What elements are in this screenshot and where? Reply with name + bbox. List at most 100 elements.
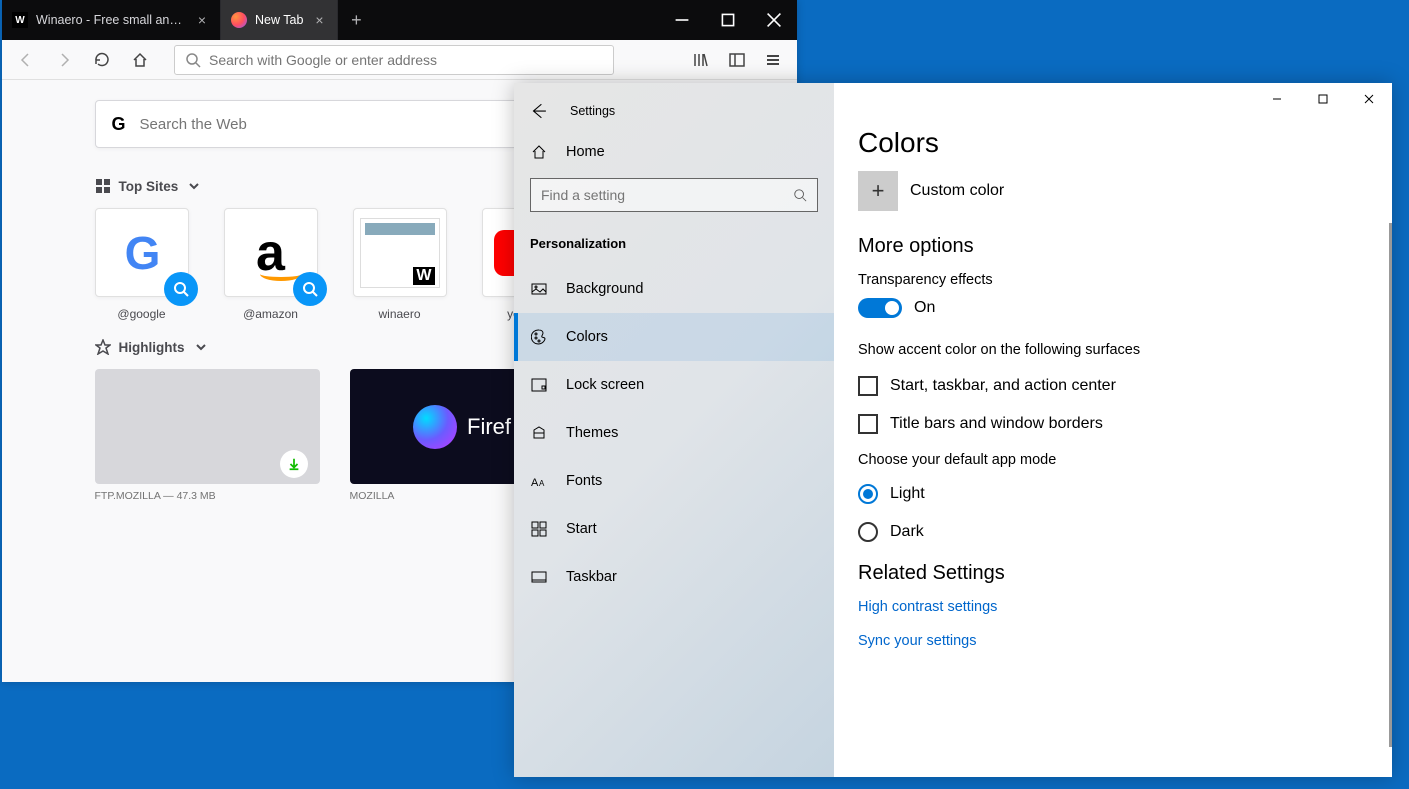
- new-tab-button[interactable]: +: [338, 0, 374, 40]
- checkbox-icon: [858, 376, 878, 396]
- search-input[interactable]: [541, 187, 793, 203]
- minimize-button[interactable]: [1254, 83, 1300, 115]
- checkbox-label: Title bars and window borders: [890, 415, 1103, 433]
- back-button[interactable]: [10, 44, 42, 76]
- sidebar-item-label: Taskbar: [566, 569, 617, 585]
- transparency-label: Transparency effects: [858, 272, 1368, 288]
- search-icon: [185, 52, 201, 68]
- tile-google[interactable]: G @google: [95, 208, 189, 321]
- settings-title: Settings: [570, 104, 615, 118]
- maximize-button[interactable]: [705, 0, 751, 40]
- custom-color-button[interactable]: + Custom color: [858, 171, 1368, 211]
- settings-search[interactable]: [530, 178, 818, 212]
- custom-color-label: Custom color: [910, 182, 1004, 200]
- svg-text:A: A: [539, 479, 545, 488]
- sidebar-item-label: Background: [566, 281, 643, 297]
- highlight-ftp-mozilla[interactable]: FTP.MOZILLA — 47.3 MB: [95, 369, 320, 502]
- checkbox-start-taskbar[interactable]: Start, taskbar, and action center: [858, 376, 1368, 396]
- scrollbar[interactable]: [1389, 223, 1392, 747]
- menu-button[interactable]: [757, 44, 789, 76]
- firefox-toolbar: [2, 40, 797, 80]
- more-options-heading: More options: [858, 235, 1368, 258]
- section-title: Top Sites: [119, 179, 179, 194]
- fonts-icon: AA: [530, 472, 548, 490]
- tile-amazon[interactable]: a @amazon: [224, 208, 318, 321]
- radio-label: Dark: [890, 523, 924, 541]
- sidebar-item-label: Start: [566, 521, 597, 537]
- close-button[interactable]: [1346, 83, 1392, 115]
- winaero-thumbnail: [360, 218, 440, 288]
- firefox-titlebar: W Winaero - Free small and usef… × New T…: [2, 0, 797, 40]
- palette-icon: [530, 328, 548, 346]
- search-icon: [164, 272, 198, 306]
- sidebar-item-label: Lock screen: [566, 377, 644, 393]
- radio-dark[interactable]: Dark: [858, 522, 1368, 542]
- sidebar-item-label: Fonts: [566, 473, 602, 489]
- svg-text:A: A: [531, 477, 539, 489]
- close-button[interactable]: [751, 0, 797, 40]
- download-icon: [280, 450, 308, 478]
- close-icon[interactable]: ×: [311, 12, 327, 28]
- sidebar-item-label: Colors: [566, 329, 608, 345]
- sidebar-item-fonts[interactable]: AA Fonts: [514, 457, 834, 505]
- checkbox-title-bars[interactable]: Title bars and window borders: [858, 414, 1368, 434]
- sidebar-item-lock-screen[interactable]: Lock screen: [514, 361, 834, 409]
- google-icon: G: [112, 114, 126, 135]
- accent-surfaces-label: Show accent color on the following surfa…: [858, 342, 1368, 358]
- sidebar-item-colors[interactable]: Colors: [514, 313, 834, 361]
- sidebar-button[interactable]: [721, 44, 753, 76]
- google-logo: G: [125, 226, 159, 280]
- page-title: Colors: [858, 127, 1368, 159]
- settings-category: Personalization: [514, 228, 834, 265]
- forward-button[interactable]: [48, 44, 80, 76]
- library-button[interactable]: [685, 44, 717, 76]
- highlight-label: FTP.MOZILLA — 47.3 MB: [95, 490, 320, 502]
- minimize-button[interactable]: [659, 0, 705, 40]
- radio-label: Light: [890, 485, 925, 503]
- maximize-button[interactable]: [1300, 83, 1346, 115]
- transparency-toggle[interactable]: [858, 298, 902, 318]
- tab-label: Winaero - Free small and usef…: [36, 13, 186, 27]
- link-sync-settings[interactable]: Sync your settings: [858, 633, 1368, 649]
- radio-icon: [858, 484, 878, 504]
- start-icon: [530, 520, 548, 538]
- close-icon[interactable]: ×: [194, 12, 210, 28]
- chevron-down-icon: [193, 339, 209, 355]
- search-icon: [293, 272, 327, 306]
- related-settings-heading: Related Settings: [858, 562, 1368, 585]
- reload-button[interactable]: [86, 44, 118, 76]
- sidebar-item-background[interactable]: Background: [514, 265, 834, 313]
- checkbox-icon: [858, 414, 878, 434]
- winaero-favicon: W: [12, 12, 28, 28]
- settings-window-controls: [1254, 83, 1392, 115]
- back-button[interactable]: [526, 99, 550, 123]
- sidebar-item-label: Themes: [566, 425, 618, 441]
- sidebar-item-start[interactable]: Start: [514, 505, 834, 553]
- sidebar-item-taskbar[interactable]: Taskbar: [514, 553, 834, 601]
- plus-icon: +: [858, 171, 898, 211]
- sidebar-item-home[interactable]: Home: [514, 131, 834, 173]
- tab-label: New Tab: [255, 13, 303, 27]
- firefox-nightly-icon: [413, 405, 457, 449]
- radio-light[interactable]: Light: [858, 484, 1368, 504]
- tab-winaero[interactable]: W Winaero - Free small and usef… ×: [2, 0, 221, 40]
- home-button[interactable]: [124, 44, 156, 76]
- url-input[interactable]: [209, 52, 603, 68]
- link-high-contrast[interactable]: High contrast settings: [858, 599, 1368, 615]
- tab-new-tab[interactable]: New Tab ×: [221, 0, 338, 40]
- tile-label: @google: [117, 307, 165, 321]
- url-bar[interactable]: [174, 45, 614, 75]
- taskbar-icon: [530, 568, 548, 586]
- picture-icon: [530, 280, 548, 298]
- tile-label: @amazon: [243, 307, 298, 321]
- home-icon: [530, 143, 548, 161]
- grid-icon: [95, 178, 111, 194]
- section-title: Highlights: [119, 340, 185, 355]
- tile-winaero[interactable]: winaero: [353, 208, 447, 321]
- firefox-favicon: [231, 12, 247, 28]
- radio-icon: [858, 522, 878, 542]
- settings-main: Colors + Custom color More options Trans…: [834, 83, 1392, 777]
- sidebar-item-themes[interactable]: Themes: [514, 409, 834, 457]
- tile-label: winaero: [378, 307, 420, 321]
- lock-screen-icon: [530, 376, 548, 394]
